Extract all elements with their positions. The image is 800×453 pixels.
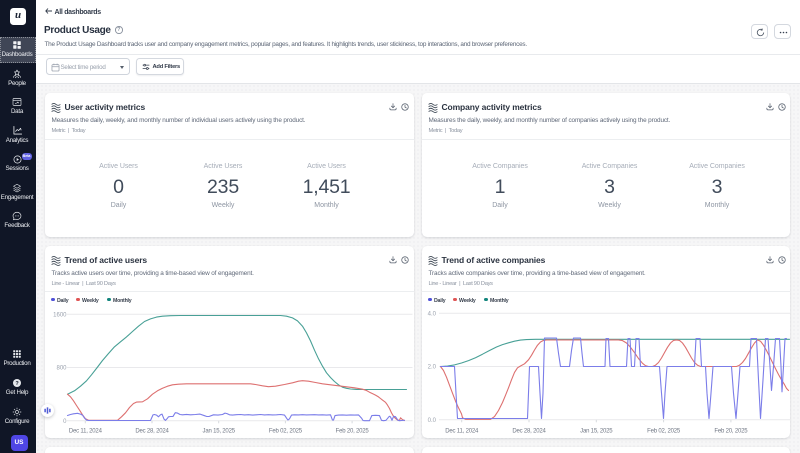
svg-text:Jan 15, 2025: Jan 15, 2025: [580, 428, 613, 434]
svg-text:Jan 15, 2025: Jan 15, 2025: [202, 428, 235, 434]
svg-text:0: 0: [63, 419, 67, 425]
svg-text:Dec 11, 2024: Dec 11, 2024: [445, 428, 479, 434]
svg-text:Feb 02, 2025: Feb 02, 2025: [268, 428, 302, 434]
svg-text:Feb 02, 2025: Feb 02, 2025: [647, 428, 681, 434]
svg-text:2.0: 2.0: [427, 365, 436, 371]
svg-text:Feb 20, 2025: Feb 20, 2025: [714, 428, 748, 434]
svg-text:1600: 1600: [53, 312, 67, 318]
svg-text:Dec 28, 2024: Dec 28, 2024: [512, 428, 546, 434]
svg-text:Feb 20, 2025: Feb 20, 2025: [335, 428, 369, 434]
svg-text:4.0: 4.0: [427, 311, 436, 317]
svg-text:Dec 28, 2024: Dec 28, 2024: [135, 428, 169, 434]
svg-text:800: 800: [56, 366, 67, 372]
svg-text:Dec 11, 2024: Dec 11, 2024: [68, 428, 102, 434]
svg-text:0.0: 0.0: [427, 418, 436, 424]
